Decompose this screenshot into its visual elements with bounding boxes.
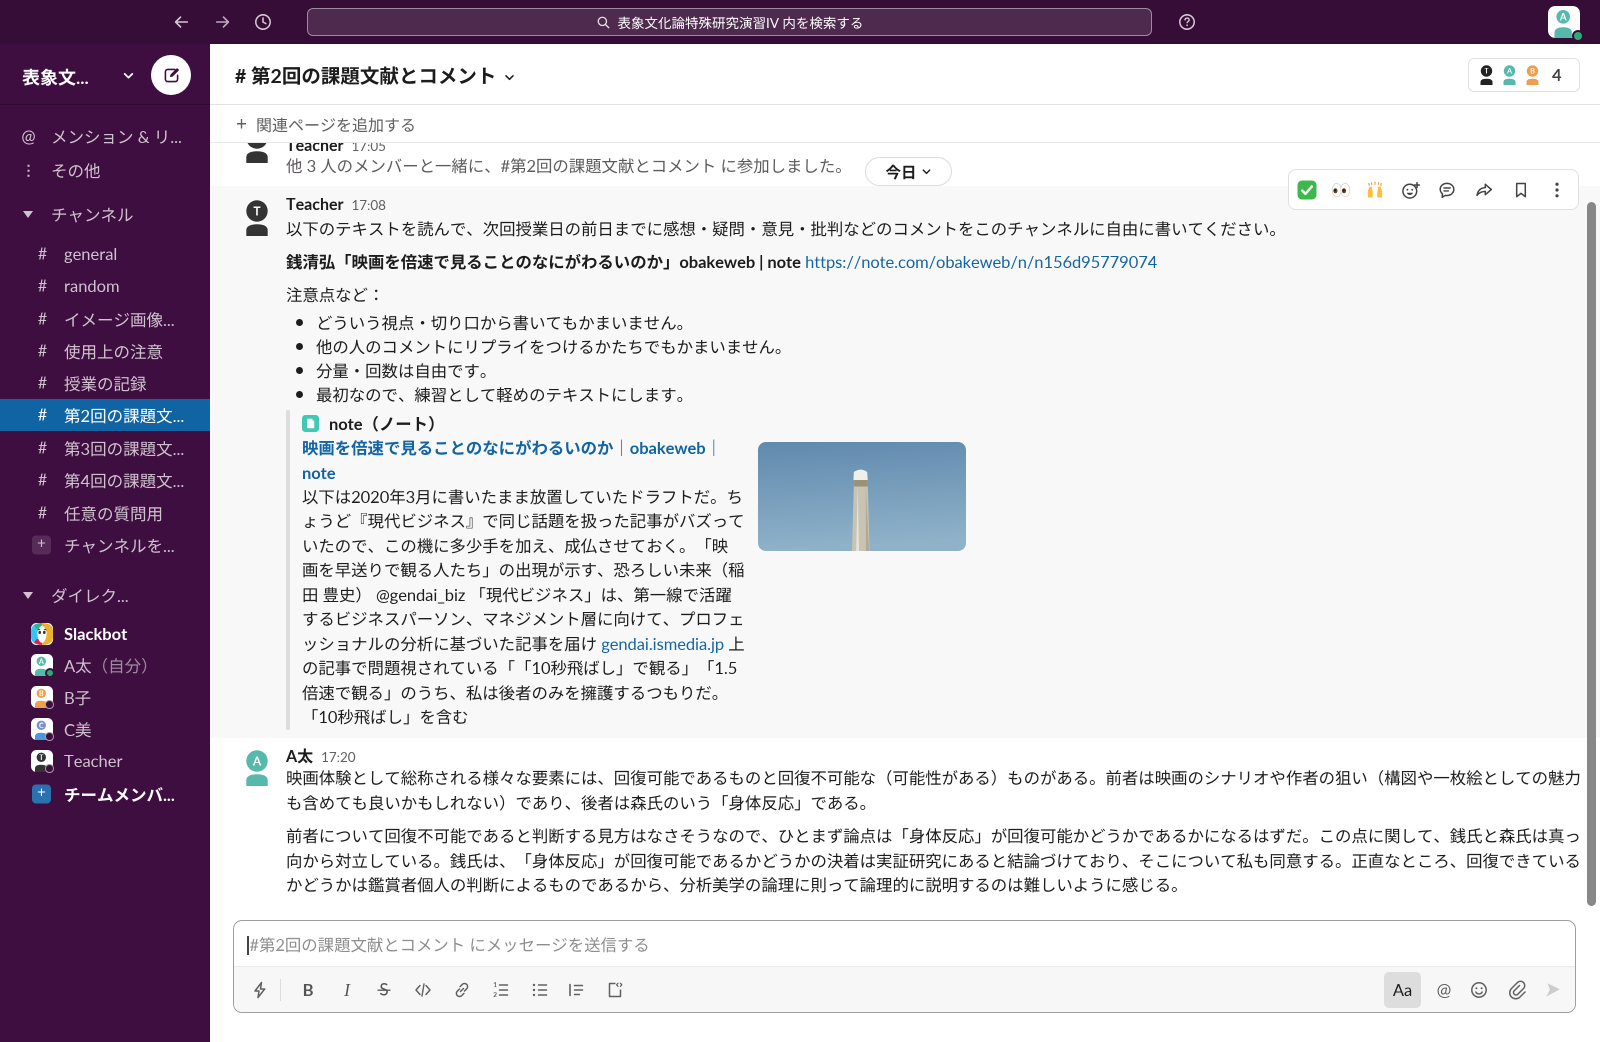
svg-text:B: B (1530, 68, 1535, 76)
svg-text:2: 2 (493, 991, 497, 999)
svg-text:B: B (39, 690, 44, 698)
svg-text:1: 1 (493, 981, 497, 989)
svg-text:A: A (252, 754, 262, 769)
svg-text:C: C (39, 722, 44, 730)
svg-text:A: A (38, 658, 44, 666)
svg-text:T: T (253, 204, 261, 219)
svg-text:A: A (1559, 12, 1567, 24)
svg-text:A: A (1506, 68, 1512, 76)
